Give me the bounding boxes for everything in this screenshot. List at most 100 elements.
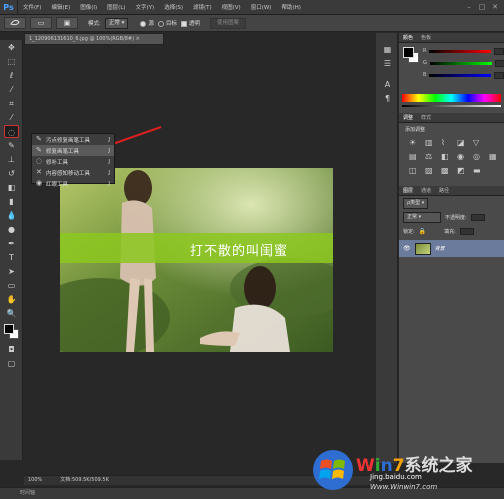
- fill-field[interactable]: [459, 227, 474, 235]
- tab-color[interactable]: 颜色: [403, 33, 413, 42]
- fg-color-chip[interactable]: [403, 47, 414, 58]
- selection-mode-add[interactable]: ▣: [56, 17, 78, 29]
- quick-select-tool[interactable]: ⁄: [4, 83, 19, 96]
- tab-swatches[interactable]: 色板: [421, 33, 431, 42]
- red-slider[interactable]: R: [419, 45, 504, 57]
- brightness-contrast-icon[interactable]: ☀: [409, 138, 419, 147]
- lasso-tool[interactable]: ℓ: [4, 69, 19, 82]
- flyout-item-spot-healing[interactable]: ✎ 污点修复画笔工具 J: [32, 134, 114, 145]
- color-lookup-icon[interactable]: ▦: [489, 152, 499, 161]
- green-slider[interactable]: G: [419, 57, 504, 69]
- menu-help[interactable]: 帮助(H): [276, 3, 305, 11]
- posterize-icon[interactable]: ▨: [425, 166, 435, 175]
- shape-tool[interactable]: ▭: [4, 279, 19, 292]
- blue-value[interactable]: [494, 71, 504, 79]
- layer-kind-select[interactable]: ρ类型 ▾: [403, 197, 429, 209]
- flyout-item-content-aware-move[interactable]: ✕ 内容感知移动工具 J: [32, 167, 114, 178]
- zoom-readout[interactable]: 100%: [28, 476, 42, 485]
- color-balance-icon[interactable]: ⚖: [425, 152, 435, 161]
- brush-tool[interactable]: ✎: [4, 139, 19, 152]
- character-panel-button[interactable]: A: [380, 78, 395, 91]
- tool-preset-picker[interactable]: [4, 17, 26, 29]
- flyout-item-patch[interactable]: ◌ 修补工具 J: [32, 156, 114, 167]
- gradient-tool[interactable]: ▮: [4, 195, 19, 208]
- history-brush-tool[interactable]: ↺: [4, 167, 19, 180]
- exposure-icon[interactable]: ◪: [457, 138, 467, 147]
- type-tool[interactable]: T: [4, 251, 19, 264]
- marquee-tool[interactable]: ⬚: [4, 55, 19, 68]
- path-select-tool[interactable]: ➤: [4, 265, 19, 278]
- menu-view[interactable]: 视图(V): [217, 3, 246, 11]
- threshold-icon[interactable]: ▩: [441, 166, 451, 175]
- menu-filter[interactable]: 滤镜(T): [188, 3, 217, 11]
- close-icon[interactable]: ×: [136, 36, 140, 42]
- quick-mask-tool[interactable]: ◘: [4, 343, 19, 356]
- properties-panel-button[interactable]: ☰: [380, 57, 395, 70]
- menu-type[interactable]: 文字(Y): [131, 3, 160, 11]
- channel-mixer-icon[interactable]: ◎: [473, 152, 483, 161]
- mode-select[interactable]: 正常 ▾: [104, 17, 129, 29]
- clone-stamp-tool[interactable]: ⊥: [4, 153, 19, 166]
- eraser-tool[interactable]: ◧: [4, 181, 19, 194]
- tab-channels[interactable]: 通道: [421, 186, 431, 195]
- foreground-color[interactable]: [4, 324, 14, 334]
- layer-row-background[interactable]: 👁 背景: [399, 240, 504, 257]
- minimize-button[interactable]: –: [464, 2, 474, 12]
- hue-saturation-icon[interactable]: ▤: [409, 152, 419, 161]
- restore-button[interactable]: □: [477, 2, 487, 12]
- gradient-map-icon[interactable]: ▬: [473, 166, 483, 175]
- tab-adjustments[interactable]: 调整: [403, 113, 413, 122]
- close-button[interactable]: ✕: [490, 2, 500, 12]
- flyout-item-red-eye[interactable]: ◉ 红眼工具 J: [32, 178, 114, 189]
- tab-layers[interactable]: 图层: [403, 186, 413, 195]
- blue-slider[interactable]: B: [419, 69, 504, 81]
- menu-window[interactable]: 窗口(W): [246, 3, 277, 11]
- green-track[interactable]: [429, 61, 492, 65]
- blue-track[interactable]: [429, 73, 492, 77]
- history-panel-button[interactable]: ▦: [380, 43, 395, 56]
- eye-icon[interactable]: 👁: [403, 245, 411, 252]
- source-radio[interactable]: 源: [140, 19, 154, 27]
- selective-color-icon[interactable]: ◩: [457, 166, 467, 175]
- red-track[interactable]: [429, 49, 492, 53]
- grayscale-ramp[interactable]: [402, 105, 501, 107]
- black-white-icon[interactable]: ◧: [441, 152, 451, 161]
- flyout-item-healing-brush[interactable]: ✎ 修复画笔工具 J: [32, 145, 114, 156]
- opacity-field[interactable]: [470, 213, 485, 221]
- menu-layer[interactable]: 图层(L): [102, 3, 130, 11]
- green-value[interactable]: [494, 59, 504, 67]
- zoom-tool[interactable]: 🔍: [4, 307, 19, 320]
- photo-filter-icon[interactable]: ◉: [457, 152, 467, 161]
- use-pattern-button[interactable]: 使用图案: [209, 17, 246, 29]
- selection-mode-new[interactable]: ▭: [30, 17, 52, 29]
- eyedropper-tool[interactable]: ⁄: [4, 111, 19, 124]
- lock-icon[interactable]: 🔒: [419, 228, 426, 235]
- tab-styles[interactable]: 样式: [421, 113, 431, 122]
- crop-tool[interactable]: ⌗: [4, 97, 19, 110]
- vibrance-icon[interactable]: ▽: [473, 138, 483, 147]
- menu-image[interactable]: 图像(I): [75, 3, 102, 11]
- curves-icon[interactable]: ⌇: [441, 138, 451, 147]
- dodge-tool[interactable]: ●: [4, 223, 19, 236]
- menu-select[interactable]: 选择(S): [159, 3, 188, 11]
- timeline-label[interactable]: 时间轴: [20, 490, 35, 496]
- destination-radio[interactable]: 目标: [157, 19, 177, 27]
- blur-tool[interactable]: 💧: [4, 209, 19, 222]
- move-tool[interactable]: ✥: [4, 41, 19, 54]
- color-swatches[interactable]: [4, 324, 22, 342]
- menu-edit[interactable]: 编辑(E): [46, 3, 75, 11]
- screen-mode-tool[interactable]: ▢: [4, 357, 19, 370]
- hand-tool[interactable]: ✋: [4, 293, 19, 306]
- healing-tool[interactable]: ◌: [4, 125, 19, 138]
- document-tab[interactable]: 1_120906131610_6.jpg @ 100%(RGB/8#) ×: [24, 33, 164, 45]
- blend-mode-select[interactable]: 正常 ▾: [403, 211, 441, 223]
- pen-tool[interactable]: ✒: [4, 237, 19, 250]
- color-spectrum[interactable]: [402, 94, 501, 102]
- tab-paths[interactable]: 路径: [439, 186, 449, 195]
- paragraph-panel-button[interactable]: ¶: [380, 92, 395, 105]
- levels-icon[interactable]: ▥: [425, 138, 435, 147]
- menu-file[interactable]: 文件(F): [18, 3, 46, 11]
- transparent-checkbox[interactable]: 透明: [180, 19, 200, 27]
- invert-icon[interactable]: ◫: [409, 166, 419, 175]
- red-value[interactable]: [494, 47, 504, 55]
